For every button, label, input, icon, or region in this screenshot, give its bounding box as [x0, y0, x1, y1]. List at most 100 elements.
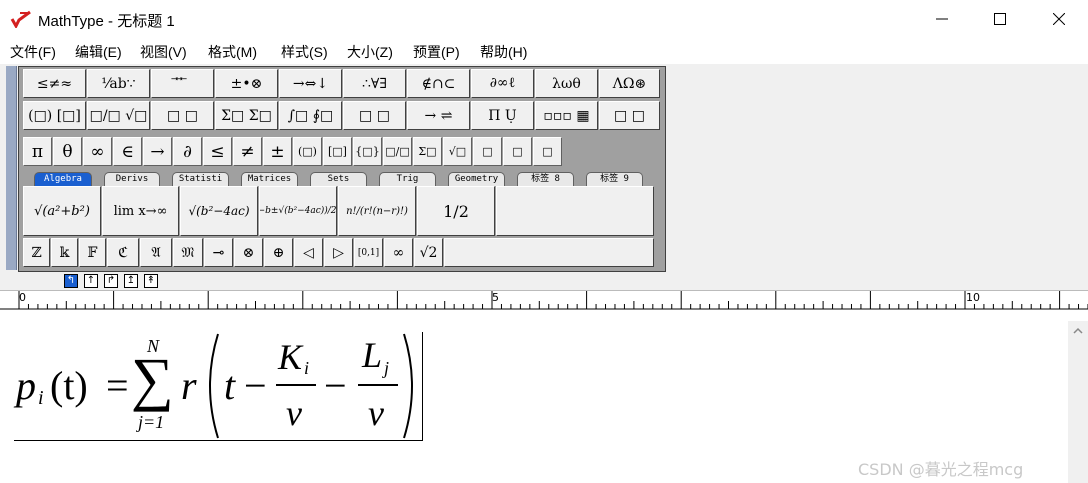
- menu-size[interactable]: 大小(Z): [347, 42, 393, 62]
- symbol-partial[interactable]: ∂: [173, 137, 202, 166]
- symbol-neq[interactable]: ≠: [233, 137, 262, 166]
- symbol-element-of[interactable]: ∈: [113, 137, 142, 166]
- window-title: MathType - 无标题 1: [38, 13, 175, 30]
- minimize-icon: [936, 18, 948, 20]
- formula-p-subscript: i: [38, 387, 44, 409]
- palette-summations[interactable]: Σ□ Σ□: [215, 101, 278, 130]
- palette-sets[interactable]: ∉∩⊂: [407, 69, 470, 98]
- small-symbol-triangle-right[interactable]: ▷: [324, 238, 353, 267]
- template-quadratic-formula[interactable]: (−b±√(b²−4ac))/2a: [259, 186, 337, 236]
- template-limit[interactable]: lim x→∞: [102, 186, 179, 236]
- small-symbol-k[interactable]: 𝕜: [51, 238, 78, 267]
- menu-help[interactable]: 帮助(H): [480, 42, 527, 62]
- fraction-bar-2: [358, 384, 398, 386]
- tab-9[interactable]: 标签 9: [586, 172, 643, 186]
- menu-format[interactable]: 格式(M): [208, 42, 257, 62]
- tab-nav-1-button[interactable]: ↰: [64, 274, 78, 288]
- small-symbol-interval[interactable]: [0,1]: [354, 238, 383, 267]
- symbol-sqrt[interactable]: √□: [443, 137, 472, 166]
- minimize-button[interactable]: [913, 0, 971, 38]
- small-symbol-oplus[interactable]: ⊕: [264, 238, 293, 267]
- palette-fences[interactable]: (□) [□]: [23, 101, 86, 130]
- symbol-sub-superscript[interactable]: □: [533, 137, 562, 166]
- symbol-arrow-right[interactable]: →: [143, 137, 172, 166]
- menu-style[interactable]: 样式(S): [281, 42, 328, 62]
- scroll-up-icon[interactable]: [1068, 321, 1088, 341]
- tab-derivs[interactable]: Derivs: [104, 172, 160, 186]
- symbol-parentheses[interactable]: (□): [293, 137, 322, 166]
- symbol-theta[interactable]: θ: [53, 137, 82, 166]
- small-symbol-sqrt2[interactable]: √2: [414, 238, 443, 267]
- small-symbol-m[interactable]: 𝔐: [173, 238, 203, 267]
- symbol-fraction[interactable]: □/□: [383, 137, 412, 166]
- tab-nav-2-button[interactable]: ↑: [84, 274, 98, 288]
- palette-subscripts[interactable]: □ □: [151, 101, 214, 130]
- close-button[interactable]: [1030, 0, 1088, 38]
- small-symbol-empty-slot[interactable]: [444, 238, 654, 267]
- palette-spaces[interactable]: ⅟ab∵: [87, 69, 150, 98]
- menu-edit[interactable]: 编辑(E): [75, 42, 122, 62]
- palette-greek-lower[interactable]: λωθ: [535, 69, 598, 98]
- template-combination[interactable]: n!/(r!(n−r)!): [338, 186, 416, 236]
- palette-embellishments[interactable]: ⃗ ⃡ ⃖: [151, 69, 214, 98]
- tab-algebra[interactable]: Algebra: [34, 172, 92, 186]
- small-symbol-f[interactable]: 𝔽: [79, 238, 106, 267]
- toolbar-grip[interactable]: [6, 66, 17, 270]
- palette-misc[interactable]: ∂∞ℓ: [471, 69, 534, 98]
- small-symbol-a[interactable]: 𝔄: [140, 238, 172, 267]
- symbol-braces[interactable]: {□}: [353, 137, 382, 166]
- sum-symbol: ∑: [131, 346, 174, 412]
- tab-statistics[interactable]: Statisti: [172, 172, 229, 186]
- tab-nav-5-button[interactable]: ↟: [144, 274, 158, 288]
- palette-labeled-arrows[interactable]: → ⇌: [407, 101, 470, 130]
- tab-8[interactable]: 标签 8: [517, 172, 574, 186]
- palette-underbars[interactable]: □ □: [343, 101, 406, 130]
- menu-preferences[interactable]: 预置(P): [413, 42, 460, 62]
- fraction-v-denominator-2: v: [368, 393, 384, 433]
- symbol-plus-minus[interactable]: ±: [263, 137, 292, 166]
- symbol-infinity[interactable]: ∞: [83, 137, 112, 166]
- watermark: CSDN @暮光之程mcg: [858, 460, 1024, 479]
- template-half[interactable]: 1/2: [417, 186, 495, 236]
- palette-greek-upper[interactable]: ΛΩ⊛: [599, 69, 660, 98]
- palette-logic[interactable]: ∴∀∃: [343, 69, 406, 98]
- tab-nav-4-button[interactable]: ↥: [124, 274, 138, 288]
- menu-file[interactable]: 文件(F): [10, 42, 56, 62]
- tab-trig[interactable]: Trig: [379, 172, 436, 186]
- maximize-button[interactable]: [971, 0, 1029, 38]
- small-symbol-multimap[interactable]: ⊸: [204, 238, 233, 267]
- palette-operators[interactable]: ±•⊗: [215, 69, 278, 98]
- tab-nav-3-button[interactable]: ↱: [104, 274, 118, 288]
- small-symbol-infinity[interactable]: ∞: [384, 238, 413, 267]
- tab-geometry[interactable]: Geometry: [448, 172, 505, 186]
- palette-integrals[interactable]: ∫□ ∮□: [279, 101, 342, 130]
- maximize-icon: [994, 13, 1006, 25]
- template-hypotenuse[interactable]: √(a²+b²): [23, 186, 101, 236]
- title-bar: MathType - 无标题 1: [0, 0, 1088, 38]
- symbol-superscript[interactable]: □: [473, 137, 502, 166]
- menu-view[interactable]: 视图(V): [140, 42, 187, 62]
- palette-fractions-radicals[interactable]: □/□ √□: [87, 101, 150, 130]
- template-empty-slot[interactable]: [496, 186, 654, 236]
- small-symbol-integers[interactable]: ℤ: [23, 238, 50, 267]
- symbol-pi[interactable]: π: [23, 137, 52, 166]
- palette-relations[interactable]: ≤≠≈: [23, 69, 86, 98]
- vertical-scrollbar[interactable]: [1068, 321, 1088, 483]
- template-discriminant[interactable]: √(b²−4ac): [180, 186, 258, 236]
- palette-products[interactable]: Π Ụ: [471, 101, 534, 130]
- symbol-leq[interactable]: ≤: [203, 137, 232, 166]
- left-paren-icon: [209, 333, 219, 439]
- small-symbol-otimes[interactable]: ⊗: [234, 238, 263, 267]
- palette-boxes[interactable]: □ □: [599, 101, 660, 130]
- tab-sets[interactable]: Sets: [310, 172, 367, 186]
- fraction-l-subscript: j: [384, 358, 390, 378]
- symbol-subscript[interactable]: □: [503, 137, 532, 166]
- palette-matrices[interactable]: ▫▫▫ ▦: [535, 101, 598, 130]
- small-symbol-c[interactable]: ℭ: [107, 238, 139, 267]
- palette-arrows[interactable]: →⇔↓: [279, 69, 342, 98]
- symbol-brackets[interactable]: [□]: [323, 137, 352, 166]
- small-symbol-triangle-left[interactable]: ◁: [294, 238, 323, 267]
- symbol-sum[interactable]: Σ□: [413, 137, 442, 166]
- tab-matrices[interactable]: Matrices: [241, 172, 298, 186]
- formula[interactable]: p i (t) = N ∑ j=1 r t − K i v − L j v: [14, 332, 423, 441]
